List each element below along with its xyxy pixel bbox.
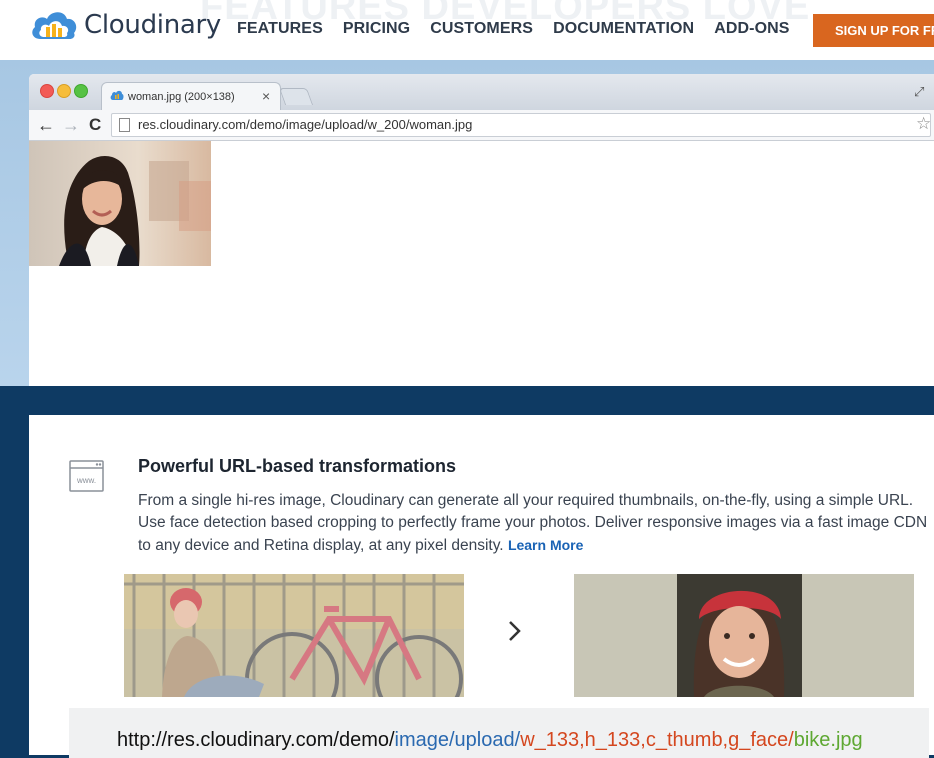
browser-mockup: woman.jpg (200×138) × ⤢ ← → C res.cloudi…	[29, 74, 934, 386]
new-tab-icon	[278, 88, 314, 105]
page-icon	[119, 118, 130, 132]
minimize-window-icon	[57, 84, 71, 98]
fullscreen-icon: ⤢	[914, 84, 925, 99]
tab-close-icon: ×	[262, 88, 271, 104]
learn-more-link[interactable]: Learn More	[508, 537, 583, 553]
url-file: bike.jpg	[793, 729, 863, 751]
browser-tabbar: woman.jpg (200×138) × ⤢	[29, 74, 934, 111]
address-bar: res.cloudinary.com/demo/image/upload/w_2…	[111, 113, 931, 137]
nav-link-documentation[interactable]: DOCUMENTATION	[553, 20, 694, 38]
chevron-right-icon	[509, 621, 521, 641]
feature-card: www. Powerful URL-based transformations …	[29, 415, 934, 758]
nav-link-features[interactable]: FEATURES	[237, 20, 323, 38]
nav-link-customers[interactable]: CUSTOMERS	[430, 20, 533, 38]
url-path: image/upload/	[394, 729, 521, 751]
reload-icon: C	[89, 115, 102, 134]
main-nav: FEATURES PRICING CUSTOMERS DOCUMENTATION…	[237, 20, 810, 38]
back-arrow-icon: ←	[37, 115, 55, 135]
bookmark-star-icon: ☆	[916, 114, 932, 133]
forward-arrow-icon: →	[62, 115, 80, 135]
close-window-icon	[40, 84, 54, 98]
cloudinary-logo[interactable]: Cloudinary	[30, 9, 221, 41]
url-base: http://res.cloudinary.com/demo/	[117, 729, 395, 751]
cloudinary-favicon-icon	[110, 90, 124, 100]
logo-text: Cloudinary	[84, 10, 221, 40]
url-transformation: w_133,h_133,c_thumb,g_face/	[520, 729, 794, 751]
face-thumbnail-photo	[574, 574, 914, 697]
woman-photo	[29, 141, 211, 266]
bike-photo	[124, 574, 464, 697]
www-text: www.	[76, 476, 96, 485]
transformation-url-example: http://res.cloudinary.com/demo/image/upl…	[69, 708, 929, 758]
cloud-logo-icon	[32, 12, 77, 39]
browser-window-icon: www.	[69, 460, 104, 492]
feature-title: Powerful URL-based transformations	[138, 456, 457, 476]
zoom-window-icon	[74, 84, 88, 98]
signup-button[interactable]: SIGN UP FOR FREE	[813, 14, 934, 47]
address-url: res.cloudinary.com/demo/image/upload/w_2…	[138, 117, 473, 132]
browser-toolbar: ← → C res.cloudinary.com/demo/image/uplo…	[29, 110, 934, 141]
nav-link-add-ons[interactable]: ADD-ONS	[714, 20, 789, 38]
feature-description: From a single hi-res image, Cloudinary c…	[138, 490, 928, 557]
browser-tab: woman.jpg (200×138) ×	[101, 82, 281, 111]
nav-link-pricing[interactable]: PRICING	[343, 20, 410, 38]
site-header: FEATURES DEVELOPERS LOVE Cloudinary FEAT…	[0, 0, 934, 60]
tab-title: woman.jpg (200×138)	[128, 91, 235, 103]
